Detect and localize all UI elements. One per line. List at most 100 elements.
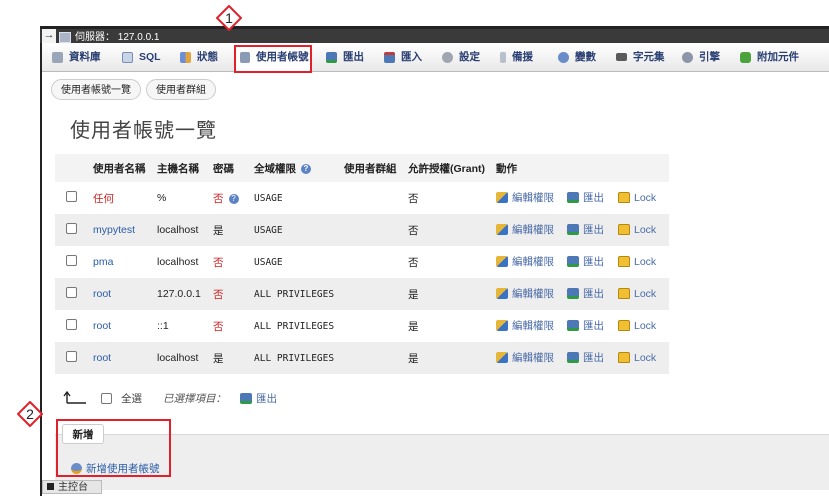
lock-link[interactable]: Lock	[618, 192, 656, 204]
cell-password: 否	[213, 310, 254, 342]
table-row: mypytest localhost 是 USAGE 否編輯權限 匯出 Lock	[55, 214, 669, 246]
row-checkbox-cell	[55, 310, 93, 342]
cell-hostname: localhost	[157, 342, 213, 374]
tab-variables[interactable]: 變數	[558, 43, 596, 71]
row-checkbox[interactable]	[66, 287, 77, 298]
tab-engines[interactable]: 引擎	[682, 43, 720, 71]
header-grant[interactable]: 允許授權(Grant)	[408, 154, 496, 182]
help-icon[interactable]: ?	[228, 193, 239, 204]
export-link[interactable]: 匯出	[567, 254, 604, 269]
lock-icon	[618, 320, 630, 331]
database-icon	[52, 51, 63, 63]
table-header-row: 使用者名稱 主機名稱 密碼 全域權限? 使用者群組 允許授權(Grant) 動作	[55, 154, 669, 182]
server-label[interactable]: 伺服器： 127.0.0.1	[75, 32, 159, 43]
cell-actions: 編輯權限 匯出 Lock	[496, 182, 669, 214]
cell-password: 是	[213, 214, 254, 246]
row-checkbox[interactable]	[66, 191, 77, 202]
lock-link[interactable]: Lock	[618, 320, 656, 332]
edit-privileges-link[interactable]: 編輯權限	[496, 318, 554, 333]
cell-username: mypytest	[93, 214, 157, 246]
wrench-icon	[442, 51, 453, 63]
engine-icon	[682, 51, 693, 63]
select-all-label[interactable]: 全選	[121, 391, 142, 406]
cell-actions: 編輯權限 匯出 Lock	[496, 342, 669, 374]
console-tab[interactable]: 主控台	[42, 480, 102, 494]
cell-grant: 否	[408, 182, 496, 214]
cell-username: root	[93, 310, 157, 342]
row-checkbox[interactable]	[66, 223, 77, 234]
row-checkbox[interactable]	[66, 319, 77, 330]
cell-user-group	[344, 342, 408, 374]
select-all-checkbox[interactable]	[101, 393, 112, 404]
edit-privileges-link[interactable]: 編輯權限	[496, 190, 554, 205]
export-link[interactable]: 匯出	[567, 318, 604, 333]
header-password[interactable]: 密碼	[213, 154, 254, 182]
with-selected-label: 已選擇項目：	[163, 393, 226, 405]
charset-icon	[616, 53, 627, 62]
tab-import[interactable]: 匯入	[384, 43, 422, 71]
row-checkbox[interactable]	[66, 351, 77, 362]
page-title: 使用者帳號一覽	[70, 120, 217, 142]
header-user-group[interactable]: 使用者群組	[344, 154, 408, 182]
export-link[interactable]: 匯出	[567, 222, 604, 237]
password-value: 否	[213, 192, 224, 205]
password-value: 是	[213, 224, 224, 237]
edit-privileges-link[interactable]: 編輯權限	[496, 286, 554, 301]
edit-privileges-link[interactable]: 編輯權限	[496, 350, 554, 365]
select-all-control[interactable]: 全選	[101, 391, 142, 406]
header-username[interactable]: 使用者名稱	[93, 154, 157, 182]
server-breadcrumb-bar: → 伺服器： 127.0.0.1	[40, 26, 829, 43]
header-hostname[interactable]: 主機名稱	[157, 154, 213, 182]
highlight-box-new	[56, 419, 171, 477]
edit-privileges-icon	[496, 192, 508, 203]
cell-grant: 是	[408, 278, 496, 310]
tab-export[interactable]: 匯出	[326, 43, 364, 71]
svg-text:1: 1	[225, 10, 233, 26]
tab-charsets[interactable]: 字元集	[616, 43, 665, 71]
tab-plugins[interactable]: 附加元件	[740, 43, 799, 71]
lock-link[interactable]: Lock	[618, 224, 656, 236]
row-checkbox-cell	[55, 214, 93, 246]
cell-user-group	[344, 182, 408, 214]
server-icon	[59, 31, 71, 43]
cell-username: root	[93, 278, 157, 310]
console-icon	[47, 483, 54, 490]
replication-icon	[500, 51, 506, 63]
table-row: root::1 否 ALL PRIVILEGES 是編輯權限 匯出 Lock	[55, 310, 669, 342]
password-value: 否	[213, 288, 224, 301]
help-icon[interactable]: ?	[301, 163, 311, 174]
export-link[interactable]: 匯出	[567, 350, 604, 365]
cell-privileges: ALL PRIVILEGES	[254, 310, 344, 342]
table-row: root localhost 是 ALL PRIVILEGES 是編輯權限 匯出 Lock	[55, 342, 669, 374]
row-checkbox[interactable]	[66, 255, 77, 266]
subtab-user-groups[interactable]: 使用者群組	[146, 79, 216, 100]
username-value: root	[93, 320, 112, 332]
edit-privileges-link[interactable]: 編輯權限	[496, 222, 554, 237]
tab-databases[interactable]: 資料庫	[52, 43, 101, 71]
tab-replication[interactable]: 備援	[500, 43, 533, 71]
cell-hostname: localhost	[157, 246, 213, 278]
lock-link[interactable]: Lock	[618, 288, 656, 300]
tab-sql[interactable]: SQL	[122, 43, 161, 71]
sql-icon	[122, 51, 133, 63]
cell-privileges: ALL PRIVILEGES	[254, 278, 344, 310]
row-checkbox-cell	[55, 246, 93, 278]
bulk-export-link[interactable]: 匯出	[240, 391, 277, 406]
header-global-privileges[interactable]: 全域權限?	[254, 154, 344, 182]
collapse-arrow-icon[interactable]: →	[42, 29, 56, 43]
export-icon	[567, 288, 579, 299]
subtab-user-accounts-overview[interactable]: 使用者帳號一覽	[51, 79, 141, 100]
tab-settings[interactable]: 設定	[442, 43, 480, 71]
lock-link[interactable]: Lock	[618, 352, 656, 364]
plugin-icon	[740, 51, 751, 63]
export-icon	[567, 224, 579, 235]
edit-privileges-icon	[496, 256, 508, 267]
edit-privileges-icon	[496, 288, 508, 299]
lock-link[interactable]: Lock	[618, 256, 656, 268]
export-link[interactable]: 匯出	[567, 286, 604, 301]
callout-badge-1: 1	[216, 5, 242, 31]
tab-status[interactable]: 狀態	[180, 43, 218, 71]
select-arrow-icon	[63, 390, 87, 404]
edit-privileges-link[interactable]: 編輯權限	[496, 254, 554, 269]
export-link[interactable]: 匯出	[567, 190, 604, 205]
